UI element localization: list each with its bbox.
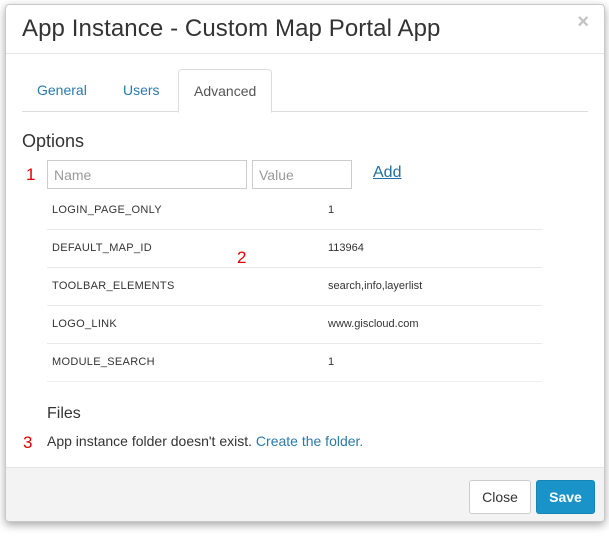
option-value: 1 (328, 356, 335, 368)
tab-users[interactable]: Users (108, 69, 175, 112)
option-row: LOGO_LINK www.giscloud.com (47, 306, 542, 344)
option-key: LOGO_LINK (52, 318, 118, 330)
marker-3: 3 (23, 433, 33, 452)
option-key: TOOLBAR_ELEMENTS (52, 280, 175, 292)
option-row: LOGIN_PAGE_ONLY 1 (47, 192, 542, 230)
files-heading: Files (47, 405, 81, 422)
tab-bar: General Users Advanced (22, 69, 588, 113)
dialog-footer: Close Save (6, 467, 604, 521)
app-instance-dialog: App Instance - Custom Map Portal App × G… (5, 4, 605, 522)
dialog-header: App Instance - Custom Map Portal App × (6, 5, 604, 54)
close-button[interactable]: Close (469, 480, 531, 514)
tab-advanced[interactable]: Advanced (178, 69, 273, 113)
option-key: MODULE_SEARCH (52, 356, 155, 368)
option-value: www.giscloud.com (328, 318, 419, 330)
option-row: TOOLBAR_ELEMENTS search,info,layerlist (47, 268, 542, 306)
marker-2: 2 (237, 248, 247, 267)
option-value: 1 (328, 204, 335, 216)
option-key: DEFAULT_MAP_ID (52, 242, 152, 254)
option-row: MODULE_SEARCH 1 (47, 344, 542, 382)
tab-general[interactable]: General (22, 69, 102, 112)
option-row: DEFAULT_MAP_ID 113964 (47, 230, 542, 268)
close-icon[interactable]: × (577, 12, 589, 32)
option-value: search,info,layerlist (328, 280, 423, 292)
option-name-input[interactable] (47, 160, 247, 189)
add-option-button[interactable]: Add (373, 164, 401, 182)
files-message: App instance folder doesn't exist. Creat… (47, 433, 363, 449)
dialog-title: App Instance - Custom Map Portal App (22, 15, 441, 42)
options-table: LOGIN_PAGE_ONLY 1 DEFAULT_MAP_ID 113964 … (47, 192, 542, 382)
marker-1: 1 (26, 165, 36, 184)
option-value-input[interactable] (252, 160, 352, 189)
option-value: 113964 (328, 242, 364, 254)
create-folder-link[interactable]: Create the folder. (256, 433, 363, 449)
files-status-text: App instance folder doesn't exist. (47, 433, 253, 449)
option-key: LOGIN_PAGE_ONLY (52, 204, 162, 216)
save-button[interactable]: Save (536, 480, 595, 514)
options-heading: Options (22, 131, 85, 151)
